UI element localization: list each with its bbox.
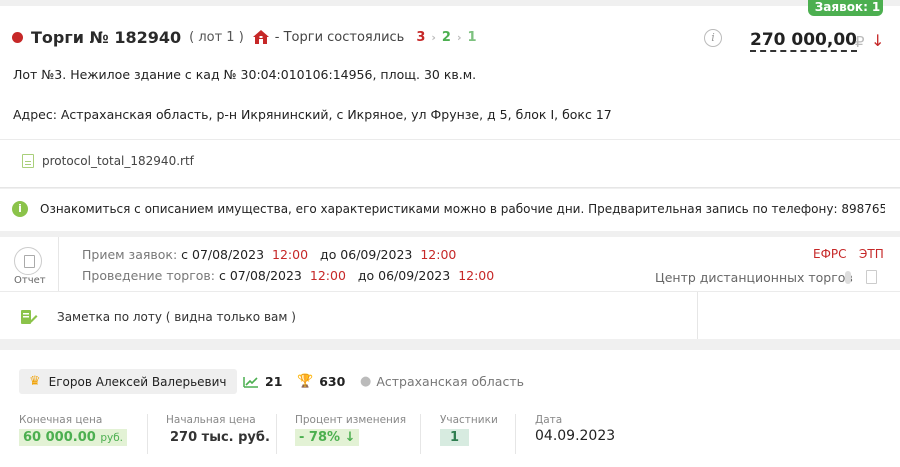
participants-metric: Участники 1 bbox=[440, 414, 498, 446]
bids-period-label: Прием заявок: bbox=[82, 247, 178, 262]
change-percent-number: - 78% bbox=[299, 430, 341, 445]
date-label: Дата bbox=[535, 414, 563, 426]
date-value: 04.09.2023 bbox=[535, 428, 616, 444]
bids-count: 1 bbox=[871, 0, 881, 14]
auction-from-date: с 07/08/2023 bbox=[218, 268, 302, 283]
change-percent-value: - 78% ↓ bbox=[295, 429, 360, 446]
lot-title-row: Торги № 182940 ( лот 1 ) - Торги состоял… bbox=[12, 26, 477, 48]
auction-status: - Торги состоялись bbox=[274, 29, 405, 45]
divider bbox=[697, 292, 698, 339]
trend-count: 21 bbox=[265, 374, 283, 389]
participants-label: Участники bbox=[440, 414, 498, 426]
date-metric: Дата 04.09.2023 bbox=[535, 414, 615, 444]
lot-number: ( лот 1 ) bbox=[189, 29, 244, 45]
bids-to-date: до 06/09/2023 bbox=[320, 247, 413, 262]
start-price-label: Начальная цена bbox=[166, 414, 256, 426]
divider bbox=[515, 414, 516, 454]
stage-step-1: 3 bbox=[416, 29, 426, 45]
arrow-down-icon: ↓ bbox=[344, 430, 356, 445]
divider bbox=[58, 237, 59, 291]
report-label: Отчет bbox=[14, 275, 46, 286]
bids-from-date: с 07/08/2023 bbox=[181, 247, 265, 262]
phone-icon bbox=[845, 271, 851, 284]
trading-center-name: Центр дистанционных торгов bbox=[655, 270, 853, 285]
final-price-label: Конечная цена bbox=[19, 414, 103, 426]
auction-to-time: 12:00 bbox=[458, 268, 495, 283]
region-stat: ● Астраханская область bbox=[360, 374, 524, 389]
lot-address: Адрес: Астраханская область, р-н Икрянин… bbox=[13, 107, 612, 122]
auction-period: Проведение торгов: с 07/08/2023 12:00 до… bbox=[82, 268, 494, 283]
status-dot bbox=[12, 31, 23, 43]
ruble-sign: ₽ bbox=[855, 33, 865, 51]
trend-stat: 21 bbox=[243, 374, 282, 389]
auction-title-link[interactable]: Торги № 182940 bbox=[31, 28, 181, 47]
auction-to-date: до 06/09/2023 bbox=[357, 268, 451, 283]
file-name: protocol_total_182940.rtf bbox=[42, 154, 194, 168]
auction-period-label: Проведение торгов: bbox=[82, 268, 215, 283]
schedule-card: Отчет Прием заявок: с 07/08/2023 12:00 д… bbox=[0, 237, 900, 339]
info-icon[interactable]: i bbox=[704, 29, 722, 47]
final-price-value: 60 000.00 руб. bbox=[19, 429, 128, 446]
lot-card: Торги № 182940 ( лот 1 ) - Торги состоял… bbox=[0, 6, 900, 188]
crown-icon: ♛ bbox=[29, 374, 41, 389]
winner-name: Егоров Алексей Валерьевич bbox=[48, 374, 227, 389]
lot-note-field[interactable]: Заметка по лоту ( видна только вам ) bbox=[57, 310, 296, 324]
divider bbox=[276, 414, 277, 454]
bids-label: Заявок: bbox=[814, 0, 868, 14]
trophy-count: 630 bbox=[319, 374, 346, 389]
report-button[interactable] bbox=[14, 247, 42, 275]
file-icon bbox=[22, 154, 34, 168]
edit-note-icon bbox=[21, 310, 38, 324]
start-price-metric: Начальная цена 270 тыс. руб. bbox=[166, 414, 274, 446]
etp-link[interactable]: ЭТП bbox=[859, 247, 884, 261]
stage-steps: 3 › 2 › 1 bbox=[416, 30, 476, 45]
bids-period: Прием заявок: с 07/08/2023 12:00 до 06/0… bbox=[82, 247, 456, 262]
efrs-link[interactable]: ЕФРС bbox=[813, 247, 847, 261]
divider bbox=[147, 414, 148, 454]
lot-description: Лот №3. Нежилое здание с кад № 30:04:010… bbox=[13, 67, 477, 82]
participants-value[interactable]: 1 bbox=[440, 429, 470, 446]
stage-step-3: 1 bbox=[467, 29, 477, 45]
house-icon bbox=[252, 30, 269, 44]
notice-text: Ознакомиться с описанием имущества, его … bbox=[40, 202, 885, 216]
bids-count-badge: Заявок: 1 bbox=[808, 0, 883, 16]
start-price-value: 270 тыс. руб. bbox=[170, 430, 270, 445]
bids-from-time: 12:00 bbox=[272, 247, 309, 262]
change-percent-label: Процент изменения bbox=[295, 414, 407, 426]
divider bbox=[0, 139, 900, 140]
trophy-stat: 🏆 630 bbox=[297, 374, 345, 389]
final-price-number: 60 000.00 bbox=[23, 430, 96, 445]
divider bbox=[420, 414, 421, 454]
bids-to-time: 12:00 bbox=[420, 247, 457, 262]
stage-step-2: 2 bbox=[441, 29, 451, 45]
info-circle-icon: i bbox=[12, 201, 28, 217]
price-down-arrow-icon: ↓ bbox=[871, 31, 885, 50]
notice-bar: i Ознакомиться с описанием имущества, ег… bbox=[0, 189, 900, 231]
chevron-right-icon: › bbox=[431, 30, 436, 44]
region-name: Астраханская область bbox=[376, 374, 524, 389]
document-icon[interactable] bbox=[866, 270, 877, 284]
final-price-unit: руб. bbox=[100, 432, 124, 444]
protocol-file-link[interactable]: protocol_total_182940.rtf bbox=[22, 154, 194, 168]
divider bbox=[0, 291, 900, 292]
chevron-right-icon: › bbox=[456, 30, 462, 44]
trophy-icon: 🏆 bbox=[297, 374, 314, 389]
change-percent-metric: Процент изменения - 78% ↓ bbox=[295, 414, 406, 446]
trend-up-icon bbox=[243, 376, 258, 388]
location-pin-icon: ● bbox=[360, 374, 372, 389]
winner-chip[interactable]: ♛ Егоров Алексей Валерьевич bbox=[19, 369, 237, 394]
auction-from-time: 12:00 bbox=[309, 268, 346, 283]
final-price-metric: Конечная цена 60 000.00 руб. bbox=[19, 414, 128, 446]
result-card: ♛ Егоров Алексей Валерьевич 21 🏆 630 ● А… bbox=[0, 350, 900, 467]
lot-price[interactable]: 270 000,00 bbox=[750, 30, 858, 52]
